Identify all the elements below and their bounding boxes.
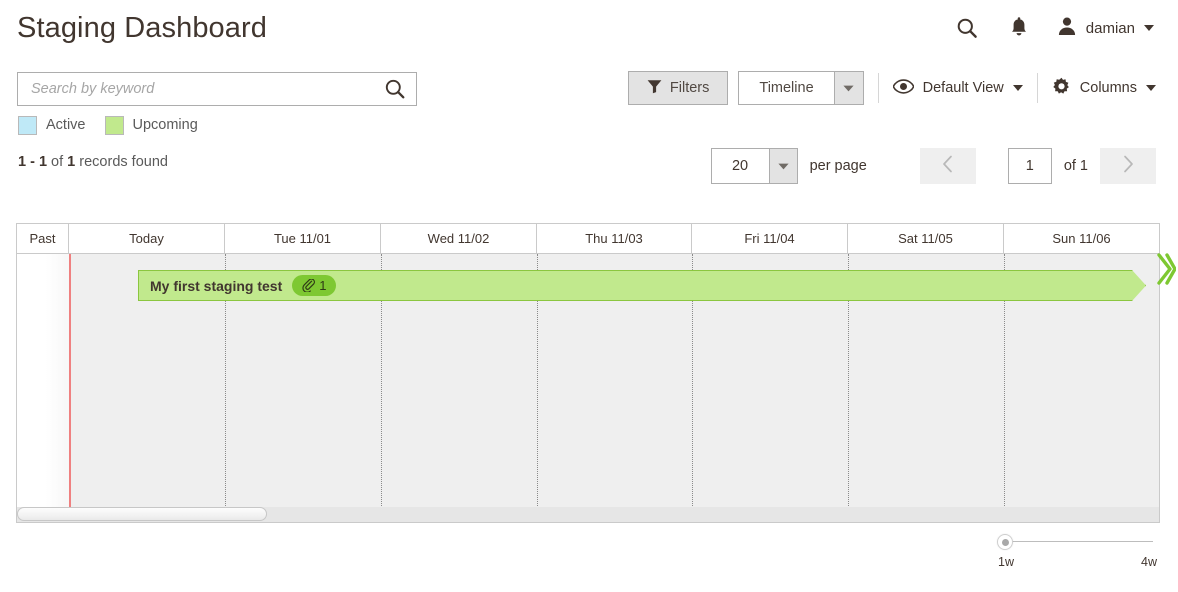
records-range: 1 - 1	[18, 154, 48, 170]
timeline-grid: Past Today Tue 11/01 Wed 11/02 Thu 11/03 Fri …	[16, 223, 1160, 523]
chevron-down-icon	[1012, 85, 1023, 91]
timeline-column-header[interactable]: Sat 11/05	[848, 224, 1004, 253]
timeline-column-header[interactable]: Sun 11/06	[1004, 224, 1159, 253]
current-page-input[interactable]	[1007, 148, 1052, 184]
search-icon	[385, 79, 405, 99]
timeline-column-header[interactable]: Wed 11/02	[381, 224, 537, 253]
zoom-slider-track[interactable]	[1005, 541, 1153, 542]
chevron-down-icon	[1144, 25, 1154, 31]
chevron-right-icon	[1123, 155, 1134, 177]
horizontal-scrollbar-thumb[interactable]	[17, 507, 267, 521]
records-of-label: of	[51, 154, 64, 170]
header-actions: damian	[953, 14, 1154, 42]
legend-item-upcoming: Upcoming	[104, 115, 198, 135]
default-view-label: Default View	[922, 80, 1004, 96]
default-view-dropdown[interactable]: Default View	[892, 78, 1023, 98]
zoom-slider-handle[interactable]	[997, 534, 1013, 550]
records-found-text: 1 - 1 of 1 records found	[18, 154, 168, 170]
paperclip-icon	[302, 279, 315, 292]
chevron-left-icon	[942, 155, 953, 177]
legend-swatch-active	[18, 115, 37, 135]
next-page-button[interactable]	[1100, 148, 1156, 184]
columns-label: Columns	[1079, 80, 1137, 96]
pager-controls: 20 per page of 1	[710, 147, 1156, 185]
attachment-badge[interactable]: 1	[292, 275, 336, 296]
timeline-column-header[interactable]: Tue 11/01	[225, 224, 381, 253]
toolbar-actions: Filters Timeline Default View Columns	[627, 71, 1156, 105]
timeline-bar-title: My first staging test	[150, 277, 283, 294]
timeline-bar-body[interactable]: My first staging test 1	[138, 270, 1146, 301]
timeline-column-header[interactable]: Past	[17, 224, 69, 253]
page-title: Staging Dashboard	[17, 12, 267, 44]
timeline-body: My first staging test 1	[17, 254, 1159, 508]
total-pages-label: of 1	[1063, 158, 1088, 174]
per-page-dropdown-toggle[interactable]	[768, 148, 798, 184]
status-legend: Active Upcoming	[0, 110, 1178, 140]
timeline-column-header[interactable]: Fri 11/04	[692, 224, 848, 253]
timeline-column-header[interactable]: Today	[69, 224, 225, 253]
per-page-label: per page	[809, 158, 867, 174]
filters-label: Filters	[669, 80, 710, 96]
user-menu[interactable]: damian	[1057, 16, 1154, 40]
legend-label-upcoming: Upcoming	[132, 117, 198, 133]
per-page-select: 20	[710, 148, 798, 184]
user-avatar-icon	[1057, 16, 1077, 40]
toolbar-divider	[877, 73, 879, 103]
today-marker-line	[69, 254, 71, 508]
user-name-label: damian	[1085, 19, 1135, 37]
gear-icon	[1052, 77, 1071, 100]
records-suffix-label: records found	[79, 154, 168, 170]
search-box	[17, 72, 417, 106]
timeline-bar[interactable]: My first staging test 1	[138, 270, 1146, 301]
eye-icon	[892, 78, 915, 98]
funnel-icon	[647, 79, 662, 98]
chevron-down-icon	[843, 79, 854, 97]
view-mode-label[interactable]: Timeline	[738, 71, 834, 105]
view-mode-dropdown-toggle[interactable]	[833, 71, 864, 105]
records-total: 1	[67, 154, 76, 170]
view-mode-select: Timeline	[738, 71, 864, 105]
legend-label-active: Active	[46, 117, 86, 133]
legend-swatch-upcoming	[104, 115, 124, 135]
legend-item-active: Active	[18, 115, 86, 135]
timeline-column-header[interactable]: Thu 11/03	[537, 224, 692, 253]
previous-page-button[interactable]	[919, 148, 976, 184]
bell-icon[interactable]	[1005, 14, 1033, 42]
toolbar: Filters Timeline Default View	[0, 62, 1178, 110]
columns-dropdown[interactable]: Columns	[1052, 77, 1156, 100]
search-submit-button[interactable]	[374, 73, 416, 105]
per-page-value[interactable]: 20	[710, 148, 769, 184]
attachment-count: 1	[319, 278, 327, 293]
search-icon[interactable]	[953, 14, 981, 42]
chevron-down-icon	[777, 157, 789, 175]
search-input[interactable]	[18, 81, 374, 97]
past-gutter	[17, 254, 69, 508]
chevron-down-icon	[1146, 85, 1156, 91]
toolbar-divider	[1036, 73, 1038, 103]
zoom-min-label: 1w	[998, 555, 1014, 569]
page-header: Staging Dashboard damian	[0, 0, 1178, 62]
horizontal-scrollbar[interactable]	[16, 507, 1160, 523]
filters-button[interactable]: Filters	[627, 71, 729, 105]
timeline-header-row: Past Today Tue 11/01 Wed 11/02 Thu 11/03 Fri …	[17, 224, 1159, 254]
pagination-row: 1 - 1 of 1 records found 20 per page of …	[0, 140, 1178, 196]
zoom-max-label: 4w	[1141, 555, 1157, 569]
